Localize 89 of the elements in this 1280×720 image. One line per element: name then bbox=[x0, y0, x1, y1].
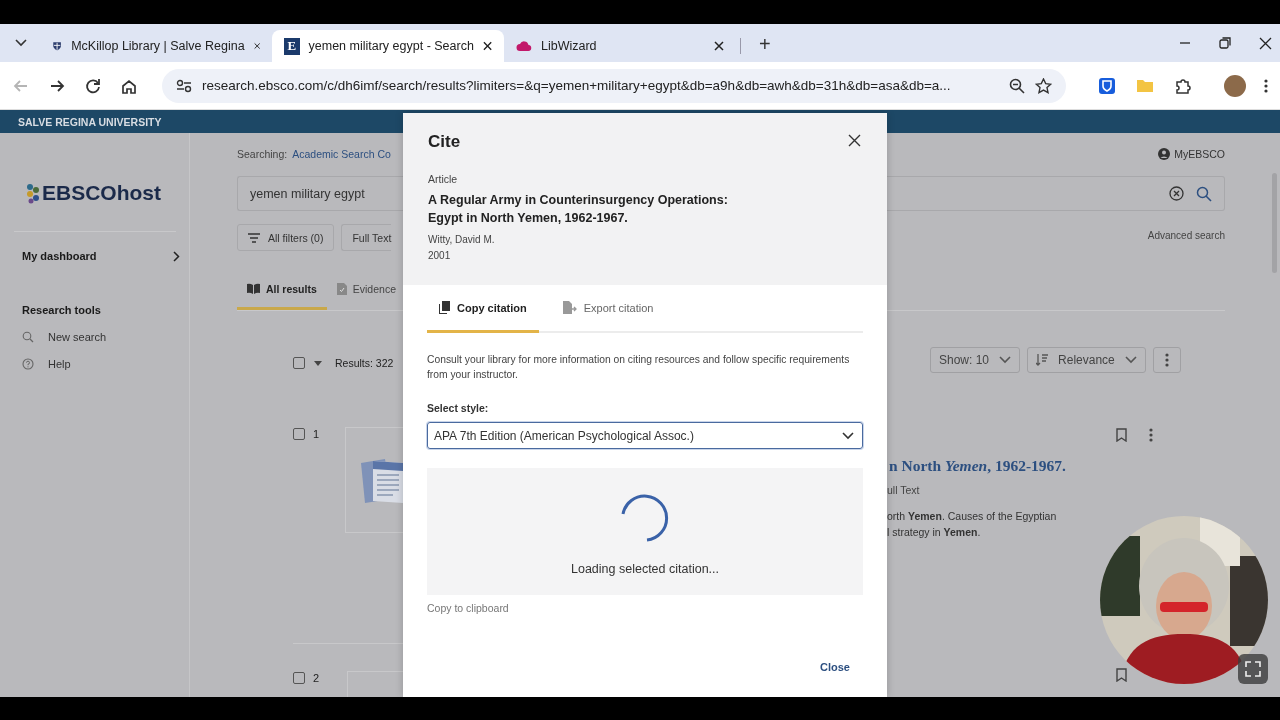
profile-avatar[interactable] bbox=[1224, 74, 1246, 97]
shield-icon[interactable] bbox=[1098, 76, 1116, 95]
results-tab[interactable]: Evidence bbox=[326, 270, 403, 310]
caret-icon[interactable] bbox=[314, 360, 322, 366]
result-number: 1 bbox=[313, 428, 320, 440]
filter-button[interactable]: All filters (0) bbox=[237, 224, 335, 251]
logo-icon bbox=[26, 182, 40, 204]
site-settings-icon[interactable] bbox=[176, 78, 192, 93]
results-count: Results: 322 bbox=[335, 357, 394, 369]
search-field-end[interactable] bbox=[887, 176, 1225, 211]
reload-button[interactable] bbox=[84, 76, 102, 95]
result-title[interactable]: n North Yemen, 1962-1967. bbox=[887, 457, 1225, 475]
checkbox[interactable] bbox=[293, 428, 305, 440]
bookmark-icon[interactable] bbox=[1116, 428, 1127, 442]
close-icon[interactable] bbox=[482, 41, 492, 51]
zoom-icon[interactable] bbox=[1009, 77, 1025, 94]
close-button[interactable] bbox=[848, 134, 861, 147]
dashboard-link[interactable]: My dashboard bbox=[22, 248, 180, 264]
export-icon bbox=[562, 301, 577, 314]
copy-icon bbox=[439, 301, 450, 314]
style-label: Select style: bbox=[427, 402, 490, 414]
restore-icon[interactable] bbox=[1219, 37, 1231, 49]
browser-tab[interactable]: LibWizard bbox=[504, 30, 736, 62]
checkbox[interactable] bbox=[293, 672, 305, 684]
tab-title: LibWizard bbox=[541, 39, 598, 53]
favicon: E bbox=[284, 37, 300, 55]
close-icon bbox=[848, 134, 861, 147]
cloud-icon bbox=[516, 39, 532, 53]
chevron-down-icon bbox=[15, 39, 27, 47]
close-icon[interactable] bbox=[253, 41, 260, 51]
abstract-line: l strategy in Yemen. bbox=[887, 525, 982, 540]
abstract-line: orth Yemen. Causes of the Egyptian bbox=[887, 509, 1058, 524]
sidebar-item[interactable]: Help bbox=[22, 358, 71, 370]
year-text: 2001 bbox=[428, 249, 452, 263]
close-icon[interactable] bbox=[714, 41, 724, 51]
filter-button[interactable]: Full Text bbox=[341, 224, 392, 251]
close-icon[interactable] bbox=[1259, 36, 1272, 50]
citation-tab[interactable]: Copy citation bbox=[427, 285, 539, 333]
browser-tab[interactable]: E yemen military egypt - Search bbox=[272, 30, 504, 62]
close-button[interactable]: Close bbox=[820, 661, 850, 673]
document-icon bbox=[336, 282, 347, 295]
result-number: 2 bbox=[313, 672, 320, 684]
chevron-down-icon bbox=[1124, 356, 1137, 364]
address-bar[interactable]: research.ebsco.com/c/dh6imf/search/results?limiters=&q=yemen+military+egypt&db=a9h&db=awh&db=31h&db=asa&db=a... bbox=[162, 68, 1066, 103]
extensions-icon[interactable] bbox=[1174, 76, 1192, 95]
search-icon bbox=[22, 331, 34, 343]
copy-link[interactable]: Copy to clipboard bbox=[427, 602, 509, 614]
user-icon bbox=[1158, 148, 1171, 160]
banner-text: SALVE REGINA UNIVERSITY bbox=[18, 115, 162, 128]
show-dropdown[interactable]: Show: 10 bbox=[930, 347, 1021, 373]
chevron-right-icon bbox=[173, 250, 180, 262]
database-link[interactable]: Academic Search Co bbox=[292, 148, 391, 160]
loading-text: Loading selected citation... bbox=[571, 562, 719, 576]
author-text: Witty, David M. bbox=[428, 233, 496, 247]
checkbox[interactable] bbox=[293, 357, 305, 369]
section-title: Research tools bbox=[22, 304, 102, 316]
sidebar-item[interactable]: New search bbox=[22, 331, 107, 343]
account-link[interactable]: MyEBSCO bbox=[887, 146, 1225, 162]
article-title: A Regular Army in Counterinsurgency Operations: Egypt in North Yemen, 1962-1967. bbox=[428, 192, 729, 227]
tab-title: yemen military egypt - Search bbox=[308, 39, 474, 53]
chevron-down-icon bbox=[842, 431, 854, 440]
results-tab[interactable]: All results bbox=[237, 270, 327, 310]
searching-label: Searching: bbox=[237, 148, 288, 160]
fullscreen-icon bbox=[1245, 661, 1261, 677]
sort-icon bbox=[1036, 354, 1049, 366]
more-icon[interactable] bbox=[1264, 78, 1268, 93]
bookmark-icon[interactable] bbox=[1116, 668, 1127, 682]
advanced-search-link[interactable]: Advanced search bbox=[887, 230, 1225, 244]
browser-tab[interactable]: McKillop Library | Salve Regina bbox=[40, 30, 272, 62]
instructions-text: Consult your library for more information on citing resources and follow specific requirements from your instructor. bbox=[427, 353, 851, 382]
citation-tab[interactable]: Export citation bbox=[550, 285, 666, 333]
new-tab-button[interactable]: + bbox=[753, 32, 777, 57]
availability-text: ull Text bbox=[887, 484, 921, 496]
dialog-title: Cite bbox=[428, 131, 461, 153]
logo-text: EBSCOhost bbox=[42, 181, 161, 205]
type-label: Article bbox=[428, 172, 459, 186]
help-icon bbox=[22, 358, 34, 370]
fullscreen-button[interactable] bbox=[1238, 654, 1268, 684]
search-field[interactable]: yemen military egypt bbox=[237, 176, 403, 211]
sort-dropdown[interactable]: Relevance bbox=[1027, 347, 1146, 373]
chevron-down-icon bbox=[999, 356, 1012, 364]
book-icon bbox=[247, 283, 260, 294]
search-icon[interactable] bbox=[1196, 185, 1212, 202]
clear-icon[interactable] bbox=[1169, 186, 1184, 201]
filter-icon bbox=[248, 232, 260, 243]
tab-title: McKillop Library | Salve Regina bbox=[71, 39, 245, 53]
style-dropdown[interactable]: APA 7th Edition (American Psychological Assoc.) bbox=[427, 422, 863, 449]
url-text: research.ebsco.com/c/dh6imf/search/results?limiters=&q=yemen+military+egypt&db=a9h&db=awh&db=31h&db=asa&db=a... bbox=[202, 78, 952, 93]
star-icon[interactable] bbox=[1035, 77, 1052, 94]
